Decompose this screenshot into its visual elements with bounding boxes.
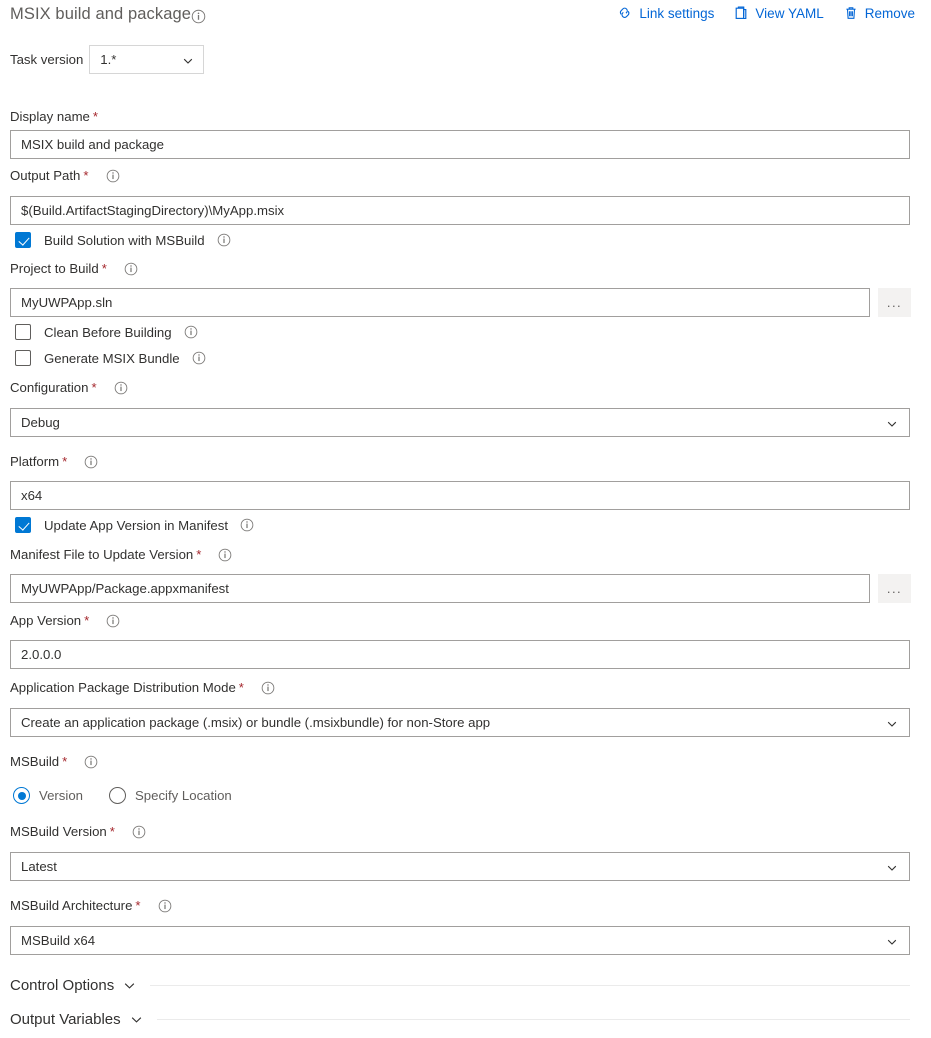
chevron-down-icon [182, 55, 194, 70]
task-version-row: Task version 1.* [10, 45, 205, 74]
output-path-label: Output Path * [10, 168, 120, 183]
chevron-down-icon [130, 1013, 143, 1026]
msbuild-version-select[interactable]: Latest [10, 852, 910, 881]
info-icon[interactable] [191, 9, 206, 24]
info-icon[interactable] [217, 233, 231, 247]
browse-label: ... [886, 581, 903, 596]
configuration-select[interactable]: Debug [10, 408, 910, 437]
output-variables-section[interactable]: Output Variables [10, 1011, 910, 1028]
browse-label: ... [886, 295, 903, 310]
link-icon [617, 5, 633, 21]
project-to-build-input[interactable]: MyUWPApp.sln [10, 288, 870, 317]
chevron-down-icon [123, 979, 136, 992]
msbuild-label: MSBuild * [10, 754, 98, 769]
control-options-section[interactable]: Control Options [10, 977, 910, 994]
info-icon[interactable] [84, 755, 98, 769]
link-settings-label: Link settings [639, 5, 715, 21]
chevron-down-icon [886, 862, 898, 877]
trash-icon [843, 5, 859, 21]
msbuild-architecture-label: MSBuild Architecture * [10, 898, 172, 913]
task-version-label: Task version [10, 52, 84, 67]
build-solution-label: Build Solution with MSBuild [44, 232, 205, 248]
display-name-label: Display name * [10, 109, 99, 124]
view-yaml-button[interactable]: View YAML [733, 5, 824, 21]
generate-msix-bundle-label: Generate MSIX Bundle [44, 350, 180, 366]
link-settings-button[interactable]: Link settings [617, 5, 714, 21]
output-path-value: $(Build.ArtifactStagingDirectory)\MyApp.… [21, 203, 285, 218]
info-icon[interactable] [158, 899, 172, 913]
output-path-input[interactable]: $(Build.ArtifactStagingDirectory)\MyApp.… [10, 196, 910, 225]
update-app-version-checkbox[interactable] [15, 517, 31, 533]
manifest-file-input[interactable]: MyUWPApp/Package.appxmanifest [10, 574, 870, 603]
msbuild-radio-specify-location-label: Specify Location [135, 788, 232, 803]
generate-msix-bundle-checkbox-row[interactable]: Generate MSIX Bundle [15, 350, 206, 366]
msbuild-radio-specify-location[interactable]: Specify Location [109, 787, 232, 804]
app-version-value: 2.0.0.0 [21, 647, 62, 662]
header-toolbar: Link settings View YAML Remove [617, 5, 915, 21]
page-title: MSIX build and package [10, 5, 192, 23]
distribution-mode-label: Application Package Distribution Mode * [10, 680, 275, 695]
msbuild-version-label: MSBuild Version * [10, 824, 146, 839]
info-icon[interactable] [184, 325, 198, 339]
update-app-version-checkbox-row[interactable]: Update App Version in Manifest [15, 517, 254, 533]
display-name-input[interactable]: MSIX build and package [10, 130, 910, 159]
remove-button[interactable]: Remove [843, 5, 915, 21]
info-icon[interactable] [106, 614, 120, 628]
display-name-value: MSIX build and package [21, 137, 164, 152]
chevron-down-icon [886, 718, 898, 733]
info-icon[interactable] [106, 169, 120, 183]
configuration-label: Configuration * [10, 380, 128, 395]
clean-before-building-checkbox-row[interactable]: Clean Before Building [15, 324, 198, 340]
remove-label: Remove [864, 5, 915, 21]
msbuild-radio-version[interactable]: Version [13, 787, 83, 804]
info-icon[interactable] [192, 351, 206, 365]
platform-value: x64 [21, 488, 43, 503]
clean-before-building-checkbox[interactable] [15, 324, 31, 340]
info-icon[interactable] [114, 381, 128, 395]
generate-msix-bundle-checkbox[interactable] [15, 350, 31, 366]
platform-input[interactable]: x64 [10, 481, 910, 510]
project-to-build-value: MyUWPApp.sln [21, 295, 113, 310]
info-icon[interactable] [240, 518, 254, 532]
msbuild-version-value: Latest [21, 859, 57, 874]
task-header: MSIX build and package Link settings Vie… [0, 0, 931, 38]
control-options-title: Control Options [10, 977, 115, 994]
build-solution-checkbox[interactable] [15, 232, 31, 248]
info-icon[interactable] [124, 262, 138, 276]
build-solution-checkbox-row[interactable]: Build Solution with MSBuild [15, 232, 231, 248]
distribution-mode-select[interactable]: Create an application package (.msix) or… [10, 708, 910, 737]
configuration-value: Debug [21, 415, 60, 430]
task-version-select[interactable]: 1.* [89, 45, 205, 74]
chevron-down-icon [886, 936, 898, 951]
clipboard-icon [733, 5, 749, 21]
project-to-build-browse-button[interactable]: ... [878, 288, 911, 317]
output-variables-title: Output Variables [10, 1011, 121, 1028]
msbuild-architecture-select[interactable]: MSBuild x64 [10, 926, 910, 955]
app-version-label: App Version * [10, 613, 120, 628]
distribution-mode-value: Create an application package (.msix) or… [21, 715, 491, 730]
info-icon[interactable] [132, 825, 146, 839]
task-version-value: 1.* [100, 52, 117, 67]
clean-before-building-label: Clean Before Building [44, 324, 172, 340]
msbuild-architecture-value: MSBuild x64 [21, 933, 96, 948]
info-icon[interactable] [218, 548, 232, 562]
manifest-file-value: MyUWPApp/Package.appxmanifest [21, 581, 229, 596]
manifest-file-label: Manifest File to Update Version * [10, 547, 232, 562]
view-yaml-label: View YAML [755, 5, 824, 21]
update-app-version-label: Update App Version in Manifest [44, 517, 229, 533]
radio-unselected-icon [109, 787, 126, 804]
info-icon[interactable] [84, 455, 98, 469]
divider [156, 1019, 910, 1020]
platform-label: Platform * [10, 454, 98, 469]
info-icon[interactable] [261, 681, 275, 695]
msbuild-radio-group: Version Specify Location [13, 787, 232, 804]
chevron-down-icon [886, 418, 898, 433]
project-to-build-label: Project to Build * [10, 261, 138, 276]
radio-selected-icon [13, 787, 30, 804]
manifest-file-browse-button[interactable]: ... [878, 574, 911, 603]
app-version-input[interactable]: 2.0.0.0 [10, 640, 910, 669]
task-editor-page: MSIX build and package Link settings Vie… [0, 0, 931, 1038]
msbuild-radio-version-label: Version [39, 788, 83, 803]
divider [150, 985, 910, 986]
